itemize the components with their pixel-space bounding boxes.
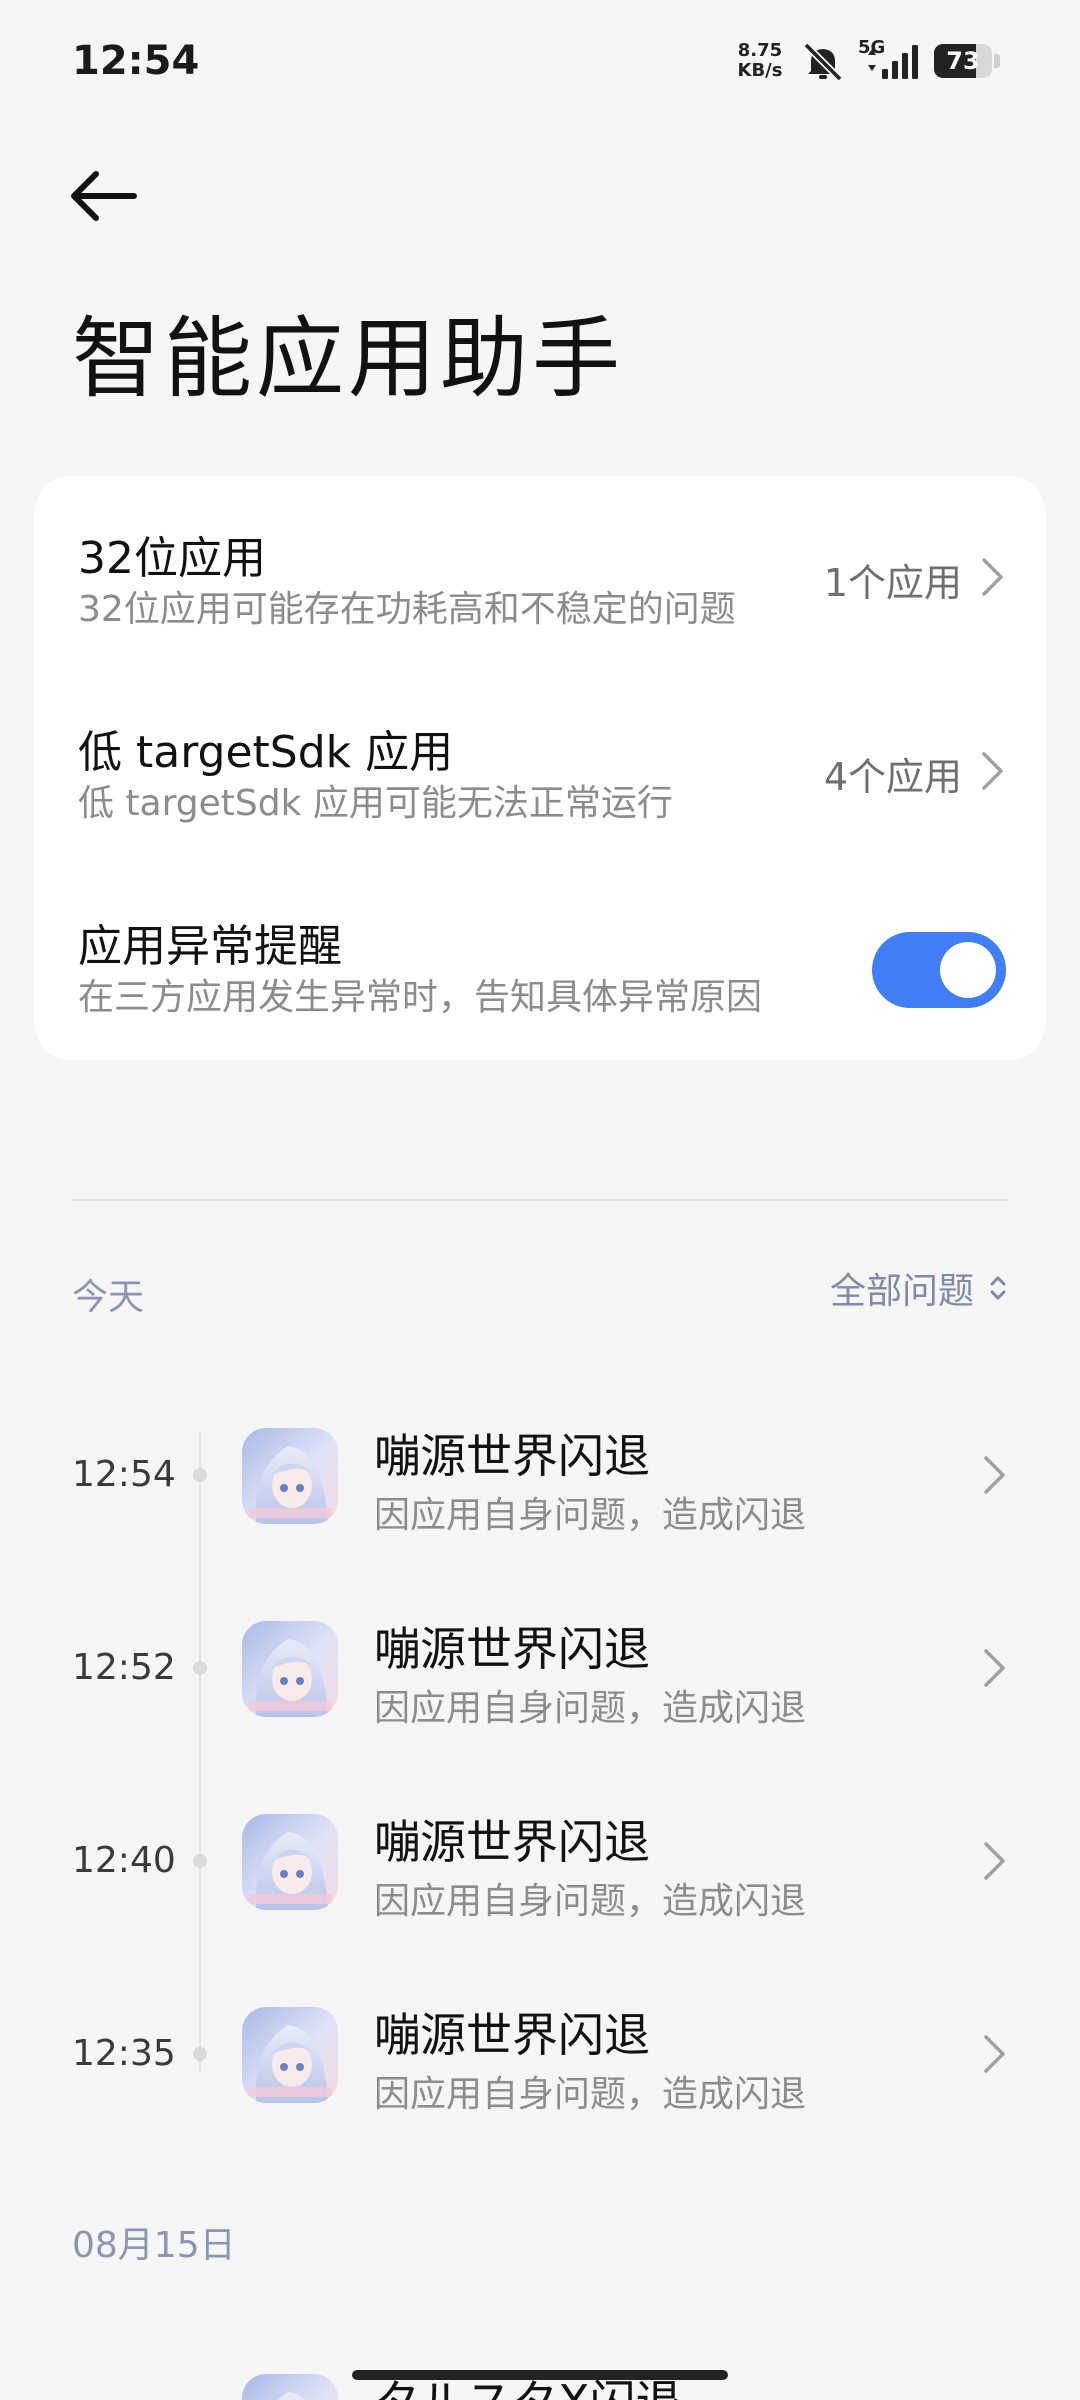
battery-body: 73 <box>934 44 992 78</box>
home-indicator[interactable] <box>352 2370 728 2380</box>
issue-description: 因应用自身问题，造成闪退 <box>374 1881 807 1922</box>
mute-icon <box>803 42 843 81</box>
network-speed-unit: KB/s <box>737 60 783 81</box>
chevron-up-down-icon <box>990 1276 1006 1300</box>
screen: 12:54 8.75 KB/s 5G 73 智能应用助手 32位应用 32位应用… <box>0 0 1080 2400</box>
app-icon <box>242 1621 338 1717</box>
chevron-right-icon <box>984 1456 1005 1494</box>
network-speed-value: 8.75 <box>737 40 783 61</box>
issue-time: 12:35 <box>72 2033 176 2074</box>
cellular-signal: 5G <box>858 37 922 83</box>
issue-title: 嘣源世界闪退 <box>374 1622 650 1676</box>
setting-low-targetsdk-apps[interactable]: 低 targetSdk 应用 低 targetSdk 应用可能无法正常运行 4个… <box>78 716 1006 826</box>
section-label-today: 今天 <box>72 1277 145 1318</box>
app-icon <box>242 2007 338 2103</box>
timeline-dot <box>193 2047 207 2061</box>
toggle-knob <box>940 942 996 998</box>
issue-filter-dropdown[interactable]: 全部问题 <box>830 1266 1008 1312</box>
divider <box>72 1199 1008 1201</box>
page-title: 智能应用助手 <box>72 307 625 410</box>
issue-title: 嘣源世界闪退 <box>374 2008 650 2062</box>
issue-time: 12:52 <box>72 1647 176 1688</box>
setting-subtitle: 低 targetSdk 应用可能无法正常运行 <box>78 783 673 824</box>
setting-title: 应用异常提醒 <box>78 921 342 972</box>
issue-list-item[interactable]: 12:40 嘣源世界闪退 因应用自身问题，造成闪退 <box>0 1790 1080 1950</box>
signal-icon <box>868 45 918 79</box>
chevron-right-icon <box>982 558 1003 596</box>
issue-title: 嘣源世界闪退 <box>374 1815 650 1869</box>
timeline-dot <box>193 1661 207 1675</box>
section-label-date: 08月15日 <box>72 2225 236 2266</box>
back-button[interactable] <box>68 160 148 232</box>
issue-time: 12:54 <box>72 1454 176 1495</box>
chevron-right-icon <box>984 1842 1005 1880</box>
setting-value: 1个应用 <box>823 561 962 605</box>
network-speed: 8.75 KB/s <box>734 41 786 81</box>
setting-title: 低 targetSdk 应用 <box>78 727 454 778</box>
issue-description: 因应用自身问题，造成闪退 <box>374 1688 807 1729</box>
issue-time: 12:40 <box>72 1840 176 1881</box>
setting-subtitle: 在三方应用发生异常时，告知具体异常原因 <box>78 977 763 1018</box>
battery-level: 73 <box>946 47 980 75</box>
status-icons: 8.75 KB/s 5G 73 <box>734 36 1000 86</box>
setting-app-anomaly-alert: 应用异常提醒 在三方应用发生异常时，告知具体异常原因 <box>78 910 1006 1020</box>
issue-list-item[interactable]: 12:52 嘣源世界闪退 因应用自身问题，造成闪退 <box>0 1597 1080 1757</box>
status-bar: 12:54 8.75 KB/s 5G 73 <box>0 0 1080 120</box>
setting-subtitle: 32位应用可能存在功耗高和不稳定的问题 <box>78 589 736 630</box>
settings-card: 32位应用 32位应用可能存在功耗高和不稳定的问题 1个应用 低 targetS… <box>34 476 1046 1060</box>
chevron-right-icon <box>984 2035 1005 2073</box>
chevron-right-icon <box>984 1649 1005 1687</box>
app-icon <box>242 1428 338 1524</box>
issue-list-item[interactable]: 12:35 嘣源世界闪退 因应用自身问题，造成闪退 <box>0 1983 1080 2143</box>
timeline-dot <box>193 1468 207 1482</box>
battery-tip <box>994 54 1000 68</box>
anomaly-alert-toggle[interactable] <box>872 932 1006 1008</box>
setting-32bit-apps[interactable]: 32位应用 32位应用可能存在功耗高和不稳定的问题 1个应用 <box>78 522 1006 632</box>
status-time: 12:54 <box>72 38 200 84</box>
app-icon <box>242 1814 338 1910</box>
issue-description: 因应用自身问题，造成闪退 <box>374 1495 807 1536</box>
issue-list-item[interactable]: 12:54 嘣源世界闪退 因应用自身问题，造成闪退 <box>0 1404 1080 1564</box>
setting-title: 32位应用 <box>78 533 266 584</box>
filter-label: 全部问题 <box>829 1271 974 1312</box>
issue-description: 因应用自身问题，造成闪退 <box>374 2074 807 2115</box>
app-icon <box>242 2374 338 2400</box>
battery-icon: 73 <box>934 43 1000 79</box>
chevron-right-icon <box>982 752 1003 790</box>
setting-value: 4个应用 <box>823 755 962 799</box>
arrow-left-icon <box>71 171 137 221</box>
issue-title: 嘣源世界闪退 <box>374 1429 650 1483</box>
timeline-dot <box>193 1854 207 1868</box>
